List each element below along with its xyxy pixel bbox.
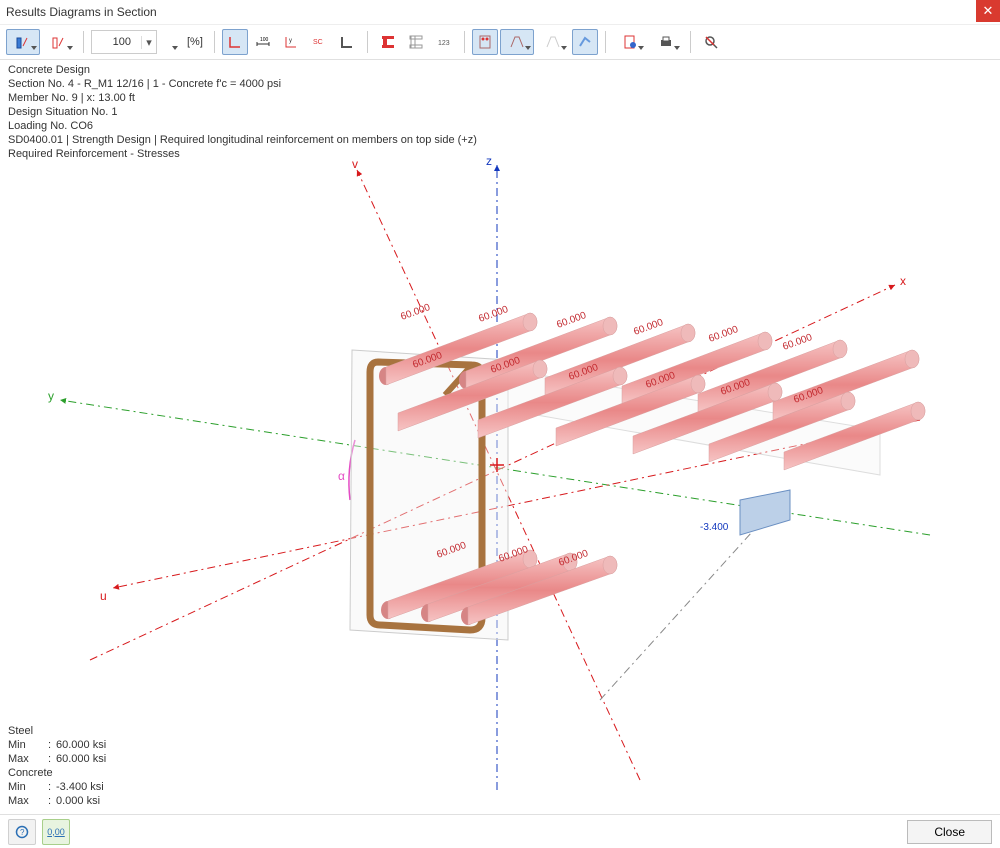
zoom-value: 100 xyxy=(92,36,141,48)
legend-concrete-title: Concrete xyxy=(8,766,106,780)
dimension-icon[interactable]: 100 xyxy=(250,29,276,55)
section-diagram[interactable]: z y x u v α -3.400 xyxy=(0,60,1000,810)
separator xyxy=(464,31,465,53)
legend: Steel Min:60.000 ksi Max:60.000 ksi Conc… xyxy=(8,724,106,808)
footer: ? 0,00 Close xyxy=(0,814,1000,848)
titlebar: Results Diagrams in Section ✕ xyxy=(0,0,1000,25)
alpha-label: α xyxy=(338,469,345,483)
corner-icon[interactable] xyxy=(334,29,360,55)
separator xyxy=(690,31,691,53)
axis-y-label: y xyxy=(48,389,54,403)
svg-text:60.000: 60.000 xyxy=(477,304,510,325)
window-close-button[interactable]: ✕ xyxy=(976,0,1000,22)
close-button[interactable]: Close xyxy=(907,820,992,844)
numbers-icon[interactable]: 123 xyxy=(431,29,457,55)
help-button[interactable]: ? xyxy=(8,819,36,845)
rebar-view-2-icon[interactable] xyxy=(500,29,534,55)
separator xyxy=(605,31,606,53)
section-solid-icon[interactable] xyxy=(375,29,401,55)
principal-axes-icon[interactable]: y xyxy=(278,29,304,55)
coord-system-icon[interactable] xyxy=(222,29,248,55)
zoom-unit: [%] xyxy=(187,36,203,48)
rebar-view-3-icon[interactable] xyxy=(536,29,570,55)
svg-text:100: 100 xyxy=(260,37,269,43)
result-diagram-1-button[interactable] xyxy=(6,29,40,55)
axis-z-label: z xyxy=(486,154,492,168)
units-button[interactable]: 0,00 xyxy=(42,819,70,845)
rebar-3d-icon[interactable] xyxy=(572,29,598,55)
page-setup-icon[interactable] xyxy=(613,29,647,55)
zoom-dropdown[interactable] xyxy=(159,29,181,55)
svg-text:?: ? xyxy=(20,828,25,837)
separator xyxy=(367,31,368,53)
axis-v-label: v xyxy=(352,157,358,171)
section-outline-icon[interactable] xyxy=(403,29,429,55)
legend-steel-title: Steel xyxy=(8,724,106,738)
rebar-view-1-icon[interactable] xyxy=(472,29,498,55)
axis-x-label: x xyxy=(900,274,906,288)
svg-text:SC: SC xyxy=(313,39,323,46)
separator xyxy=(83,31,84,53)
chevron-down-icon[interactable]: ▾ xyxy=(141,36,156,49)
zoom-combo[interactable]: 100 ▾ xyxy=(91,30,157,54)
svg-text:60.000: 60.000 xyxy=(781,332,814,353)
svg-text:y: y xyxy=(289,38,292,44)
axis-u-label: u xyxy=(100,589,107,603)
svg-text:60.000: 60.000 xyxy=(399,302,432,323)
svg-text:123: 123 xyxy=(438,40,450,47)
concrete-value: -3.400 xyxy=(700,522,729,533)
print-icon[interactable] xyxy=(649,29,683,55)
shear-center-icon[interactable]: SC xyxy=(306,29,332,55)
toolbar: 100 ▾ [%] 100 y SC 123 xyxy=(0,25,1000,60)
window-title: Results Diagrams in Section xyxy=(6,5,157,19)
result-diagram-2-button[interactable] xyxy=(42,29,76,55)
search-icon[interactable] xyxy=(698,29,724,55)
separator xyxy=(214,31,215,53)
svg-text:60.000: 60.000 xyxy=(707,324,740,345)
